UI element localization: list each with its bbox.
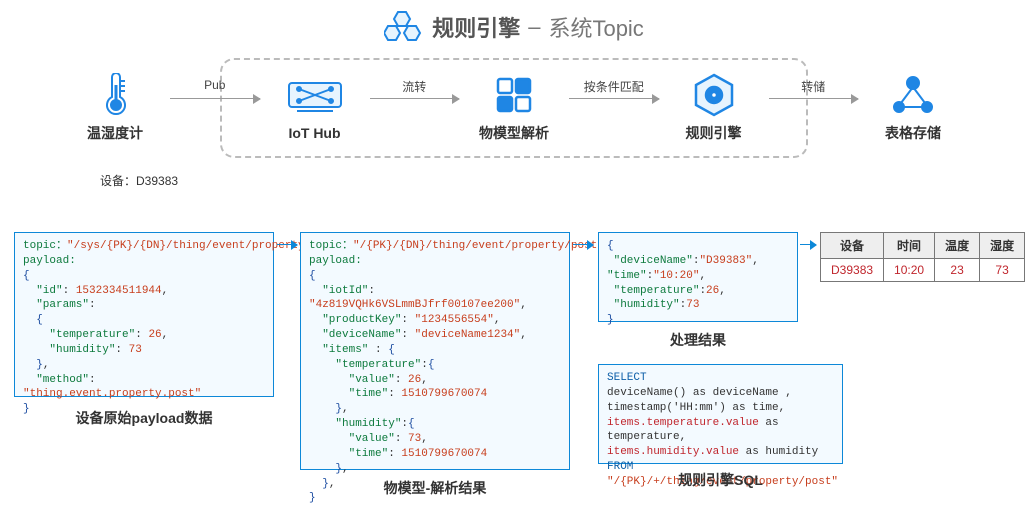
td-device: D39383 <box>821 259 884 282</box>
panel-raw-payload: topic："/sys/{PK}/{DN}/thing/event/proper… <box>14 232 274 397</box>
arrow-save-label: 转储 <box>769 78 859 95</box>
panel-sql: SELECT deviceName() as deviceName , time… <box>598 364 843 464</box>
panel-parse-result: topic："/{PK}/{DN}/thing/event/property/p… <box>300 232 570 470</box>
node-engine-label: 规则引擎 <box>686 123 742 143</box>
node-parse-label: 物模型解析 <box>479 123 549 143</box>
engine-icon <box>692 73 736 117</box>
arrow-route: 流转 <box>370 108 460 109</box>
result-table: 设备 时间 温度 湿度 D39383 10:20 23 73 <box>820 232 1025 282</box>
panels-area: topic："/sys/{PK}/{DN}/thing/event/proper… <box>0 208 1028 500</box>
parse-icon <box>494 73 534 117</box>
node-sensor-label: 温湿度计 <box>87 123 143 143</box>
panel-sql-caption: 规则引擎SQL <box>598 470 843 490</box>
page-title: 规则引擎 – 系统Topic <box>0 0 1028 58</box>
thermometer-icon <box>99 73 131 117</box>
td-time: 10:20 <box>884 259 935 282</box>
td-temp: 23 <box>935 259 980 282</box>
arrow-pub-label: Pub <box>170 78 260 92</box>
th-temp: 温度 <box>935 233 980 259</box>
panel-process-result: { "deviceName":"D39383", "time":"10:20",… <box>598 232 798 322</box>
panel-process-result-caption: 处理结果 <box>598 330 798 350</box>
title-sub: 系统Topic <box>548 11 643 43</box>
table-header-row: 设备 时间 温度 湿度 <box>821 233 1025 259</box>
th-hum: 湿度 <box>980 233 1025 259</box>
flow-row: 温湿度计 Pub IoT Hub 流转 物模型解析 按条件匹配 规则引擎 转储 <box>0 58 1028 158</box>
node-parse: 物模型解析 <box>459 73 569 143</box>
panel-parse-result-caption: 物模型-解析结果 <box>300 478 570 498</box>
node-hub-label: IoT Hub <box>288 125 340 141</box>
node-store-label: 表格存储 <box>885 123 941 143</box>
title-dash: – <box>528 14 540 40</box>
node-sensor: 温湿度计 <box>60 73 170 143</box>
store-icon <box>891 73 935 117</box>
arrow-panel2-to-panel3 <box>573 238 593 252</box>
arrow-panel3-to-table <box>800 238 816 252</box>
node-store: 表格存储 <box>858 73 968 143</box>
arrow-route-label: 流转 <box>370 78 460 95</box>
panel-raw-payload-caption: 设备原始payload数据 <box>14 408 274 428</box>
arrow-match: 按条件匹配 <box>569 108 659 109</box>
node-engine: 规则引擎 <box>659 73 769 143</box>
th-device: 设备 <box>821 233 884 259</box>
node-hub: IoT Hub <box>260 75 370 141</box>
hex-cluster-icon <box>384 10 424 44</box>
title-main: 规则引擎 <box>432 11 520 43</box>
td-hum: 73 <box>980 259 1025 282</box>
device-annotation: 设备：D39383 <box>100 172 178 189</box>
arrow-save: 转储 <box>769 108 859 109</box>
arrow-pub: Pub <box>170 108 260 109</box>
table-row: D39383 10:20 23 73 <box>821 259 1025 282</box>
th-time: 时间 <box>884 233 935 259</box>
arrow-match-label: 按条件匹配 <box>569 78 659 95</box>
hub-icon <box>287 75 343 119</box>
arrow-panel1-to-panel2 <box>277 238 297 252</box>
